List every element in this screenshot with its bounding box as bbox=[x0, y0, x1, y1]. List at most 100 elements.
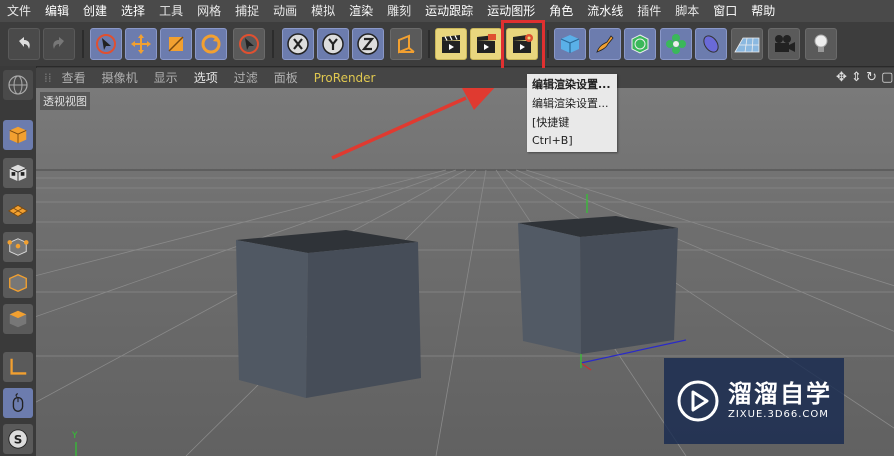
viewport-menu-bar: ⁞⁞ 查看 摄像机 显示 选项 过滤 面板 ProRender bbox=[36, 68, 894, 88]
menu-edit[interactable]: 编辑 bbox=[38, 0, 76, 22]
tooltip-description: 编辑渲染设置... bbox=[532, 97, 609, 110]
axis-mode-button[interactable] bbox=[3, 352, 33, 382]
menu-mograph[interactable]: 运动图形 bbox=[480, 0, 542, 22]
menu-plugins[interactable]: 插件 bbox=[630, 0, 668, 22]
menu-window[interactable]: 窗口 bbox=[706, 0, 744, 22]
svg-text:S: S bbox=[14, 433, 23, 447]
cube-object-right[interactable] bbox=[518, 216, 678, 354]
checker-cube-icon bbox=[9, 164, 27, 182]
cube-mode-icon bbox=[9, 126, 27, 144]
viewport-menu-cameras[interactable]: 摄像机 bbox=[94, 68, 146, 88]
cloner-button[interactable] bbox=[660, 28, 692, 60]
menu-motion-tracker[interactable]: 运动跟踪 bbox=[418, 0, 480, 22]
undo-icon bbox=[19, 37, 30, 49]
cube-object-left[interactable] bbox=[236, 230, 421, 398]
menu-help[interactable]: 帮助 bbox=[744, 0, 782, 22]
render-view-button[interactable] bbox=[435, 28, 467, 60]
cube-object-button[interactable] bbox=[554, 28, 586, 60]
selection-cursor-icon bbox=[239, 34, 259, 54]
edges-mode-button[interactable] bbox=[3, 268, 33, 298]
menu-sculpt[interactable]: 雕刻 bbox=[380, 0, 418, 22]
floor-button[interactable] bbox=[731, 28, 763, 60]
z-axis-button[interactable] bbox=[352, 28, 384, 60]
play-logo-icon bbox=[677, 380, 719, 422]
render-settings-tooltip: 编辑渲染设置... 编辑渲染设置... [快捷键 Ctrl+B] bbox=[527, 74, 617, 152]
camera-icon bbox=[775, 35, 795, 52]
viewport-grip-icon[interactable]: ⁞⁞ bbox=[36, 68, 54, 88]
light-button[interactable] bbox=[805, 28, 837, 60]
render-to-picture-viewer-button[interactable] bbox=[470, 28, 502, 60]
camera-button[interactable] bbox=[768, 28, 800, 60]
pen-icon bbox=[596, 35, 614, 53]
tweak-mode-button[interactable] bbox=[3, 388, 33, 418]
menu-file[interactable]: 文件 bbox=[0, 0, 38, 22]
left-mode-toolbar: S bbox=[0, 66, 37, 456]
menu-select[interactable]: 选择 bbox=[114, 0, 152, 22]
menu-animate[interactable]: 动画 bbox=[266, 0, 304, 22]
live-selection-button[interactable] bbox=[90, 28, 122, 60]
move-view-icon[interactable]: ✥ bbox=[836, 70, 847, 85]
redo-button[interactable] bbox=[43, 28, 75, 60]
menu-render[interactable]: 渲染 bbox=[342, 0, 380, 22]
toolbar-separator bbox=[428, 30, 430, 58]
viewport-menu-options[interactable]: 选项 bbox=[186, 68, 226, 88]
polygons-mode-button[interactable] bbox=[3, 304, 33, 334]
viewport-menu-prorender[interactable]: ProRender bbox=[306, 68, 384, 88]
model-mode-button[interactable] bbox=[3, 70, 33, 100]
menu-tools[interactable]: 工具 bbox=[152, 0, 190, 22]
menu-script[interactable]: 脚本 bbox=[668, 0, 706, 22]
workplane-mode-button[interactable] bbox=[3, 194, 33, 224]
watermark-url: ZIXUE.3D66.COM bbox=[728, 409, 829, 420]
move-tool-button[interactable] bbox=[125, 28, 157, 60]
rotate-view-icon[interactable]: ↻ bbox=[866, 70, 877, 85]
menu-pipeline[interactable]: 流水线 bbox=[580, 0, 630, 22]
maximize-view-icon[interactable]: ▢ bbox=[881, 70, 893, 85]
bend-deformer-icon bbox=[703, 35, 719, 53]
pen-spline-button[interactable] bbox=[589, 28, 621, 60]
z-axis-icon bbox=[357, 33, 379, 55]
y-axis-button[interactable] bbox=[317, 28, 349, 60]
tooltip-shortcut: [快捷键 Ctrl+B] bbox=[532, 116, 573, 147]
toolbar-separator bbox=[82, 30, 84, 58]
globe-grid-icon bbox=[8, 75, 28, 95]
coordinate-system-icon bbox=[398, 34, 415, 54]
cloner-flower-icon bbox=[666, 34, 686, 54]
points-cube-icon bbox=[7, 238, 29, 256]
scale-tool-button[interactable] bbox=[160, 28, 192, 60]
subdivision-surface-button[interactable] bbox=[624, 28, 656, 60]
recent-tool-button[interactable] bbox=[233, 28, 265, 60]
viewport-menu-view[interactable]: 查看 bbox=[54, 68, 94, 88]
menu-character[interactable]: 角色 bbox=[542, 0, 580, 22]
zoom-view-icon[interactable]: ⇕ bbox=[851, 70, 862, 85]
edges-cube-icon bbox=[9, 273, 27, 293]
points-mode-button[interactable] bbox=[3, 232, 33, 262]
object-mode-button[interactable] bbox=[3, 120, 33, 150]
viewport-menu-filter[interactable]: 过滤 bbox=[226, 68, 266, 88]
render-settings-highlight bbox=[501, 20, 545, 72]
viewport-menu-display[interactable]: 显示 bbox=[146, 68, 186, 88]
menu-snap[interactable]: 捕捉 bbox=[228, 0, 266, 22]
main-toolbar bbox=[0, 22, 894, 67]
view-axis-y-label: Y bbox=[71, 431, 78, 441]
viewport-menu-panel[interactable]: 面板 bbox=[266, 68, 306, 88]
snapping-button[interactable]: S bbox=[3, 424, 33, 454]
menu-create[interactable]: 创建 bbox=[76, 0, 114, 22]
subdivision-icon bbox=[631, 34, 649, 54]
undo-button[interactable] bbox=[8, 28, 40, 60]
clapperboard-picture-icon bbox=[477, 34, 496, 53]
toolbar-separator bbox=[272, 30, 274, 58]
x-axis-button[interactable] bbox=[282, 28, 314, 60]
texture-mode-button[interactable] bbox=[3, 158, 33, 188]
coordinate-system-button[interactable] bbox=[390, 28, 422, 60]
menu-bar: 文件 编辑 创建 选择 工具 网格 捕捉 动画 模拟 渲染 雕刻 运动跟踪 运动… bbox=[0, 0, 894, 23]
tooltip-title: 编辑渲染设置... bbox=[532, 78, 611, 91]
move-arrows-icon bbox=[131, 34, 151, 54]
axis-corner-icon bbox=[10, 358, 27, 375]
menu-simulate[interactable]: 模拟 bbox=[304, 0, 342, 22]
deformer-button[interactable] bbox=[695, 28, 727, 60]
scale-icon bbox=[168, 36, 184, 52]
rotate-tool-button[interactable] bbox=[195, 28, 227, 60]
menu-mesh[interactable]: 网格 bbox=[190, 0, 228, 22]
light-bulb-icon bbox=[814, 34, 828, 52]
floor-grid-icon bbox=[734, 37, 760, 53]
